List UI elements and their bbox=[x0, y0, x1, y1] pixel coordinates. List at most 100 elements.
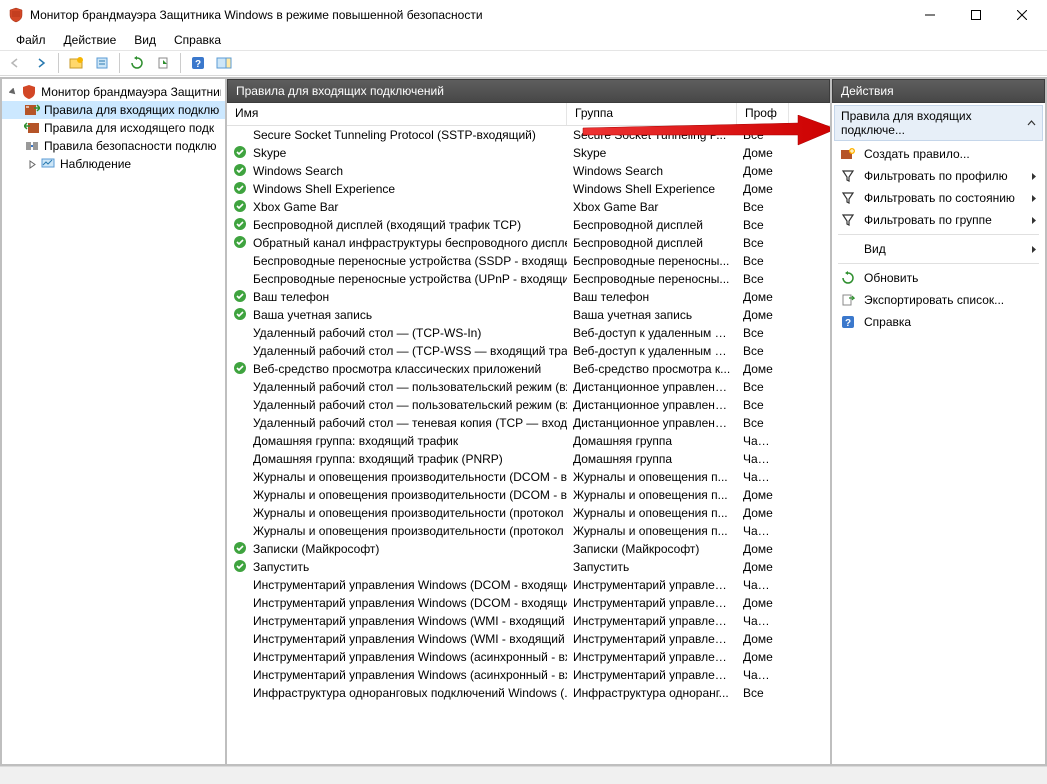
details-pane-button[interactable] bbox=[213, 52, 235, 74]
help-button[interactable]: ? bbox=[187, 52, 209, 74]
rule-row[interactable]: Беспроводные переносные устройства (UPnP… bbox=[227, 270, 830, 288]
menu-file[interactable]: Файл bbox=[8, 31, 54, 49]
rule-row[interactable]: Обратный канал инфраструктуры беспроводн… bbox=[227, 234, 830, 252]
rule-row[interactable]: Журналы и оповещения производительности … bbox=[227, 504, 830, 522]
maximize-button[interactable] bbox=[953, 0, 999, 30]
rule-row[interactable]: Журналы и оповещения производительности … bbox=[227, 486, 830, 504]
action-view[interactable]: Вид bbox=[834, 238, 1043, 260]
tree-item-monitoring[interactable]: Наблюдение bbox=[2, 155, 225, 173]
column-group[interactable]: Группа bbox=[567, 103, 737, 125]
rule-group: Веб-доступ к удаленным р... bbox=[567, 326, 737, 340]
nav-tree[interactable]: Монитор брандмауэра Защитника Правила дл… bbox=[2, 79, 225, 747]
rule-row[interactable]: Веб-средство просмотра классических прил… bbox=[227, 360, 830, 378]
actions-section-title[interactable]: Правила для входящих подключе... bbox=[834, 105, 1043, 141]
rule-status-icon bbox=[233, 469, 249, 485]
rule-row[interactable]: Беспроводной дисплей (входящий трафик TC… bbox=[227, 216, 830, 234]
tree-hscrollbar[interactable] bbox=[2, 747, 225, 764]
back-button[interactable] bbox=[4, 52, 26, 74]
rule-name: Беспроводной дисплей (входящий трафик TC… bbox=[253, 218, 521, 232]
action-filter-group[interactable]: Фильтровать по группе bbox=[834, 209, 1043, 231]
rule-row[interactable]: Secure Socket Tunneling Protocol (SSTP-в… bbox=[227, 126, 830, 144]
rule-row[interactable]: Windows Shell ExperienceWindows Shell Ex… bbox=[227, 180, 830, 198]
expand-icon[interactable] bbox=[6, 88, 21, 97]
rule-name: Skype bbox=[253, 146, 286, 160]
rule-profile: Доме bbox=[737, 488, 781, 502]
filter-button[interactable] bbox=[91, 52, 113, 74]
rule-profile: Доме bbox=[737, 506, 781, 520]
rule-row[interactable]: Удаленный рабочий стол — (TCP-WSS — вход… bbox=[227, 342, 830, 360]
tree-item-inbound[interactable]: Правила для входящих подклю bbox=[2, 101, 225, 119]
rule-group: Веб-средство просмотра к... bbox=[567, 362, 737, 376]
rule-profile: Доме bbox=[737, 308, 781, 322]
rule-group: Skype bbox=[567, 146, 737, 160]
rule-row[interactable]: Удаленный рабочий стол — пользовательски… bbox=[227, 396, 830, 414]
rule-status-icon bbox=[233, 649, 249, 665]
rule-row[interactable]: Беспроводные переносные устройства (SSDP… bbox=[227, 252, 830, 270]
rule-row[interactable]: Домашняя группа: входящий трафик (PNRP)Д… bbox=[227, 450, 830, 468]
rule-row[interactable]: Windows SearchWindows SearchДоме bbox=[227, 162, 830, 180]
rule-row[interactable]: Инструментарий управления Windows (асинх… bbox=[227, 666, 830, 684]
rule-row[interactable]: Инструментарий управления Windows (WMI -… bbox=[227, 630, 830, 648]
minimize-button[interactable] bbox=[907, 0, 953, 30]
action-filter-profile[interactable]: Фильтровать по профилю bbox=[834, 165, 1043, 187]
rule-row[interactable]: Инструментарий управления Windows (DCOM … bbox=[227, 576, 830, 594]
rule-row[interactable]: Xbox Game BarXbox Game BarВсе bbox=[227, 198, 830, 216]
title-bar: Монитор брандмауэра Защитника Windows в … bbox=[0, 0, 1047, 30]
column-name[interactable]: Имя bbox=[227, 103, 567, 125]
actions-body: Правила для входящих подключе... Создать… bbox=[832, 103, 1045, 764]
menu-view[interactable]: Вид bbox=[126, 31, 164, 49]
rule-row[interactable]: Удаленный рабочий стол — теневая копия (… bbox=[227, 414, 830, 432]
rule-row[interactable]: Инструментарий управления Windows (DCOM … bbox=[227, 594, 830, 612]
rule-status-icon bbox=[233, 181, 249, 197]
rule-group: Веб-доступ к удаленным р... bbox=[567, 344, 737, 358]
rule-row[interactable]: Записки (Майкрософт)Записки (Майкрософт)… bbox=[227, 540, 830, 558]
rule-row[interactable]: Удаленный рабочий стол — пользовательски… bbox=[227, 378, 830, 396]
close-button[interactable] bbox=[999, 0, 1045, 30]
rule-name: Удаленный рабочий стол — пользовательски… bbox=[253, 380, 567, 394]
rule-row[interactable]: Ваш телефонВаш телефонДоме bbox=[227, 288, 830, 306]
rules-list[interactable]: Secure Socket Tunneling Protocol (SSTP-в… bbox=[227, 126, 830, 747]
svg-text:?: ? bbox=[845, 318, 851, 329]
menu-action[interactable]: Действие bbox=[56, 31, 125, 49]
rule-row[interactable]: SkypeSkypeДоме bbox=[227, 144, 830, 162]
rule-row[interactable]: Удаленный рабочий стол — (TCP-WS-In)Веб-… bbox=[227, 324, 830, 342]
column-profile[interactable]: Проф bbox=[737, 103, 789, 125]
rule-row[interactable]: ЗапуститьЗапуститьДоме bbox=[227, 558, 830, 576]
tree-root[interactable]: Монитор брандмауэра Защитника bbox=[2, 83, 225, 101]
action-refresh[interactable]: Обновить bbox=[834, 267, 1043, 289]
rule-row[interactable]: Домашняя группа: входящий трафикДомашняя… bbox=[227, 432, 830, 450]
submenu-arrow-icon bbox=[1031, 245, 1037, 254]
rule-row[interactable]: Журналы и оповещения производительности … bbox=[227, 522, 830, 540]
tree-item-outbound[interactable]: Правила для исходящего подк bbox=[2, 119, 225, 137]
action-help[interactable]: ? Справка bbox=[834, 311, 1043, 333]
rule-profile: Частн bbox=[737, 614, 781, 628]
rule-group: Журналы и оповещения п... bbox=[567, 470, 737, 484]
rule-group: Домашняя группа bbox=[567, 434, 737, 448]
expand-icon[interactable] bbox=[24, 160, 40, 169]
rule-row[interactable]: Инструментарий управления Windows (WMI -… bbox=[227, 612, 830, 630]
rule-row[interactable]: Ваша учетная записьВаша учетная записьДо… bbox=[227, 306, 830, 324]
rule-name: Инструментарий управления Windows (DCOM … bbox=[253, 596, 567, 610]
refresh-button[interactable] bbox=[126, 52, 148, 74]
rule-row[interactable]: Инструментарий управления Windows (асинх… bbox=[227, 648, 830, 666]
new-rule-button[interactable] bbox=[65, 52, 87, 74]
rule-row[interactable]: Журналы и оповещения производительности … bbox=[227, 468, 830, 486]
svg-text:?: ? bbox=[195, 59, 201, 70]
menu-help[interactable]: Справка bbox=[166, 31, 229, 49]
rule-name: Инструментарий управления Windows (WMI -… bbox=[253, 614, 567, 628]
tree-item-connection-security[interactable]: Правила безопасности подклю bbox=[2, 137, 225, 155]
list-hscrollbar[interactable] bbox=[227, 747, 830, 764]
rule-profile: Все bbox=[737, 218, 781, 232]
export-button[interactable] bbox=[152, 52, 174, 74]
action-new-rule[interactable]: Создать правило... bbox=[834, 143, 1043, 165]
rule-group: Windows Shell Experience bbox=[567, 182, 737, 196]
rule-status-icon bbox=[233, 289, 249, 305]
action-export[interactable]: Экспортировать список... bbox=[834, 289, 1043, 311]
rule-profile: Частн bbox=[737, 434, 781, 448]
rule-row[interactable]: Инфраструктура одноранговых подключений … bbox=[227, 684, 830, 702]
forward-button[interactable] bbox=[30, 52, 52, 74]
collapse-icon[interactable] bbox=[1027, 119, 1036, 128]
rule-name: Беспроводные переносные устройства (UPnP… bbox=[253, 272, 567, 286]
rule-status-icon bbox=[233, 253, 249, 269]
action-filter-state[interactable]: Фильтровать по состоянию bbox=[834, 187, 1043, 209]
